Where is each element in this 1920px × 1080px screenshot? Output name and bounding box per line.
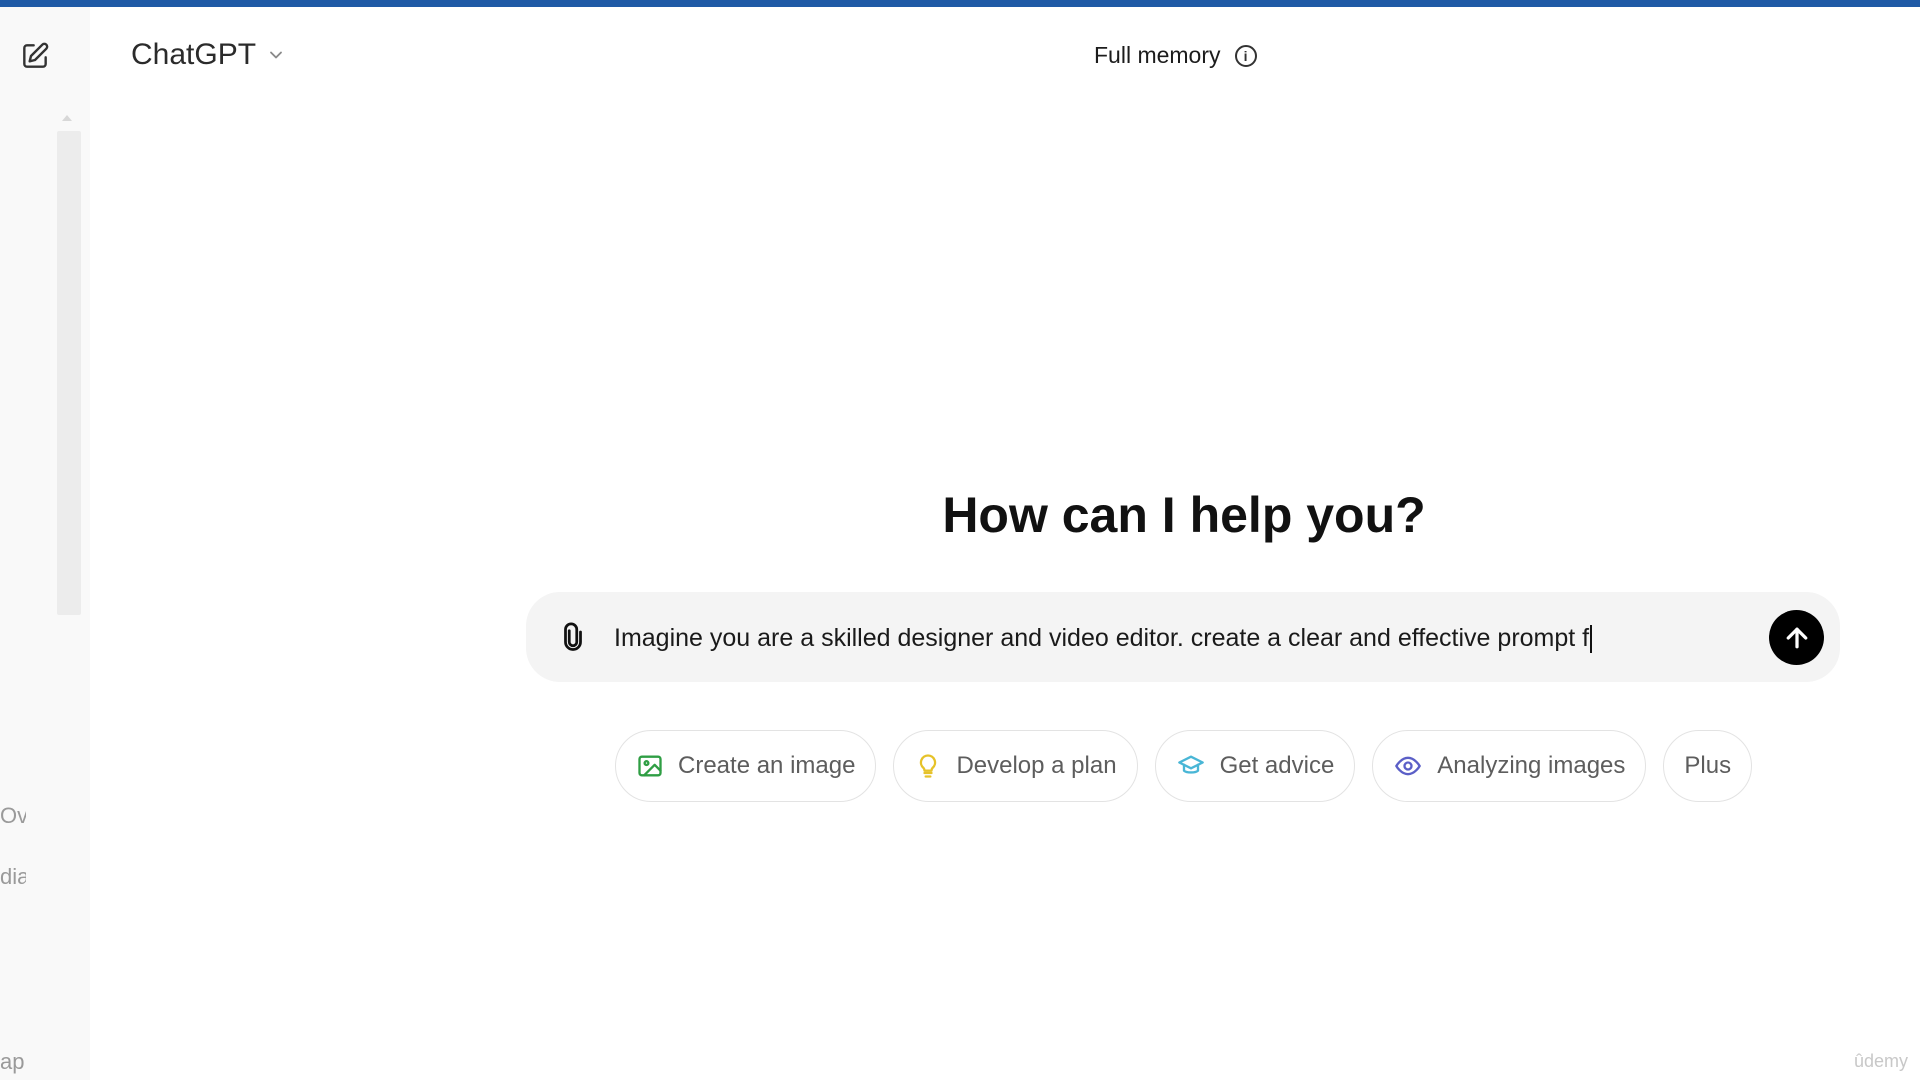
arrow-up-icon bbox=[1786, 627, 1807, 648]
app-title: ChatGPT bbox=[131, 38, 257, 71]
chip-label: Analyzing images bbox=[1437, 752, 1626, 779]
chip-label: Plus bbox=[1684, 752, 1732, 779]
chip-label: Create an image bbox=[678, 752, 856, 779]
new-chat-button[interactable] bbox=[18, 39, 52, 73]
image-icon bbox=[638, 755, 662, 777]
edit-icon bbox=[23, 42, 49, 68]
sidebar-clipped-item[interactable]: dia bbox=[0, 864, 26, 890]
suggestion-more[interactable]: Plus bbox=[1663, 730, 1753, 802]
sidebar-clipped-item[interactable]: ap bbox=[0, 1049, 26, 1075]
suggestion-develop-plan[interactable]: Develop a plan bbox=[893, 730, 1138, 802]
memory-status: Full memory i bbox=[1094, 42, 1257, 69]
prompt-input-text: Imagine you are a skilled designer and v… bbox=[614, 624, 1590, 652]
send-button[interactable] bbox=[1769, 610, 1824, 665]
model-selector[interactable]: ChatGPT bbox=[131, 38, 286, 72]
suggestion-create-image[interactable]: Create an image bbox=[615, 730, 877, 802]
paperclip-icon bbox=[564, 622, 582, 651]
suggestion-analyzing-images[interactable]: Analyzing images bbox=[1372, 730, 1647, 802]
suggestion-get-advice[interactable]: Get advice bbox=[1154, 730, 1356, 802]
eye-icon bbox=[1395, 756, 1422, 776]
text-caret bbox=[1590, 625, 1593, 654]
watermark: ûdemy bbox=[1853, 1051, 1908, 1071]
suggestion-chips: Create an image Develop a plan Get advic… bbox=[615, 730, 1753, 802]
attach-button[interactable] bbox=[556, 618, 590, 656]
prompt-composer: Imagine you are a skilled designer and v… bbox=[526, 592, 1840, 682]
chevron-down-icon bbox=[270, 51, 282, 59]
prompt-input[interactable]: Imagine you are a skilled designer and v… bbox=[614, 618, 1694, 658]
info-icon[interactable]: i bbox=[1234, 44, 1257, 67]
sidebar-clipped-item[interactable]: Ove bbox=[0, 803, 26, 829]
lightbulb-icon bbox=[920, 754, 937, 778]
window-accent-bar bbox=[0, 0, 1920, 7]
page-headline-wrap: How can I help you? bbox=[0, 486, 1920, 544]
scroll-up-arrow[interactable] bbox=[62, 115, 72, 121]
chip-label: Get advice bbox=[1219, 752, 1335, 779]
graduation-cap-icon bbox=[1177, 755, 1204, 774]
chip-label: Develop a plan bbox=[956, 752, 1117, 779]
memory-label: Full memory bbox=[1094, 42, 1221, 68]
page-headline: How can I help you? bbox=[942, 487, 1426, 543]
